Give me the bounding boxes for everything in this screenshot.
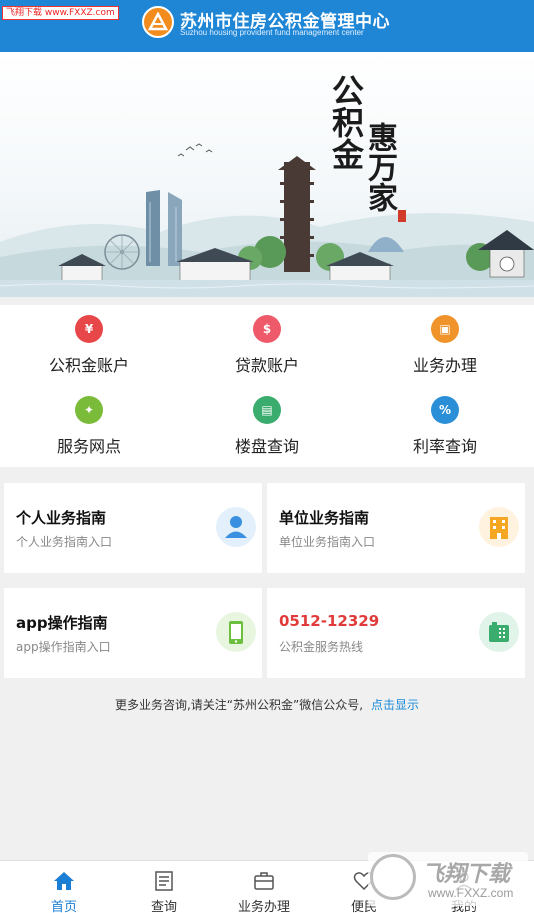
notice-text: 更多业务咨询,请关注“苏州公积金”微信公众号, <box>114 698 364 712</box>
map-point-icon: ✦ <box>75 396 103 424</box>
menu-label: 利率查询 <box>412 437 477 456</box>
yen-account-icon: ¥ <box>75 315 103 343</box>
tab-label: 首页 <box>50 900 77 913</box>
menu-item-service-points[interactable]: ✦ 服务网点 <box>0 386 178 467</box>
briefcase-icon: ▣ <box>431 315 459 343</box>
card-subtitle: app操作指南入口 <box>16 640 111 654</box>
card-title: 个人业务指南 <box>16 509 107 527</box>
housing-fund-logo-icon <box>142 6 174 38</box>
card-title: 单位业务指南 <box>279 509 370 527</box>
card-hotline[interactable]: 0512-12329 公积金服务热线 <box>267 588 525 678</box>
card-app-guide[interactable]: app操作指南 app操作指南入口 <box>4 588 262 678</box>
tab-home[interactable]: 首页 <box>14 861 114 913</box>
page-subtitle: Suzhou housing provident fund management… <box>180 28 364 37</box>
banner-slogan-1: 公积金 <box>327 74 365 170</box>
menu-label: 楼盘查询 <box>234 437 299 456</box>
show-link[interactable]: 点击显示 <box>371 698 419 712</box>
tab-label: 业务办理 <box>237 900 290 913</box>
tab-label: 查询 <box>150 900 177 913</box>
menu-item-rate-query[interactable]: % 利率查询 <box>356 386 534 467</box>
card-title: app操作指南 <box>16 614 108 632</box>
person-icon <box>216 507 256 547</box>
menu-label: 业务办理 <box>412 356 477 375</box>
building-icon: ▤ <box>253 396 281 424</box>
watermark-url: www.FXXZ.com <box>428 886 514 900</box>
card-unit-guide[interactable]: 单位业务指南 单位业务指南入口 <box>267 483 525 573</box>
home-icon <box>54 872 74 890</box>
menu-label: 服务网点 <box>56 437 121 456</box>
briefcase-icon <box>254 872 274 890</box>
mobile-phone-icon <box>216 612 256 652</box>
banner-slogan-2: 惠万家 <box>362 122 397 212</box>
menu-item-property-query[interactable]: ▤ 楼盘查询 <box>178 386 356 467</box>
watermark-overlay: 飞翔下载 www.FXXZ.com <box>368 852 528 906</box>
menu-item-loan-account[interactable]: $ 贷款账户 <box>178 305 356 386</box>
card-subtitle: 单位业务指南入口 <box>279 535 376 549</box>
card-subtitle: 公积金服务热线 <box>279 640 364 654</box>
percent-icon: % <box>431 396 459 424</box>
hotline-number: 0512-12329 <box>279 612 380 630</box>
service-menu-grid: ¥ 公积金账户 $ 贷款账户 ▣ 业务办理 ✦ 服务网点 ▤ 楼盘查询 % 利率… <box>0 305 534 467</box>
tab-business[interactable]: 业务办理 <box>214 861 314 913</box>
menu-item-business[interactable]: ▣ 业务办理 <box>356 305 534 386</box>
telephone-icon <box>479 612 519 652</box>
loan-bag-icon: $ <box>253 315 281 343</box>
menu-item-fund-account[interactable]: ¥ 公积金账户 <box>0 305 178 386</box>
menu-label: 公积金账户 <box>48 356 129 375</box>
tab-query[interactable]: 查询 <box>114 861 214 913</box>
menu-label: 贷款账户 <box>234 356 299 375</box>
watermark-logo-icon <box>370 854 416 900</box>
hero-banner[interactable]: 公积金 惠万家 <box>0 52 534 297</box>
city-skyline-illustration <box>0 143 534 297</box>
card-personal-guide[interactable]: 个人业务指南 个人业务指南入口 <box>4 483 262 573</box>
app-header: 飞翔下载 www.FXXZ.com 苏州市住房公积金管理中心 Suzhou ho… <box>0 0 534 52</box>
document-icon <box>155 871 173 891</box>
wechat-notice: 更多业务咨询,请关注“苏州公积金”微信公众号, 点击显示 <box>0 696 534 713</box>
office-building-icon <box>479 507 519 547</box>
watermark-label: 飞翔下载 www.FXXZ.com <box>2 6 119 20</box>
watermark-title: 飞翔下载 <box>422 862 511 887</box>
card-subtitle: 个人业务指南入口 <box>16 535 113 549</box>
